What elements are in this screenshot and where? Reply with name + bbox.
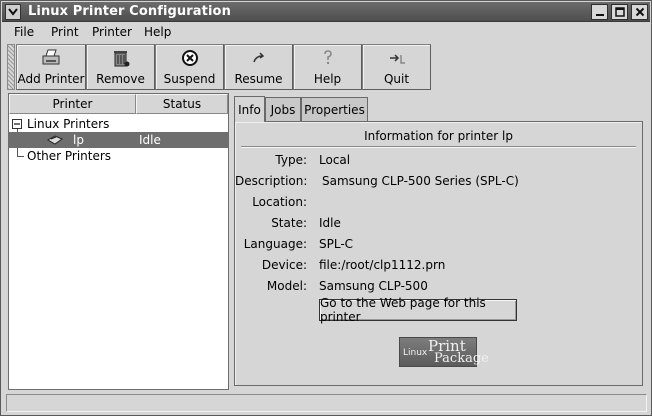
info-separator (241, 146, 636, 148)
menu-printer[interactable]: Printer (92, 25, 132, 39)
toolbar: Add Printer Remove Suspend Resume Help Q… (7, 44, 433, 90)
resume-button[interactable]: Resume (224, 44, 293, 90)
tree-group-label: Other Printers (27, 149, 112, 163)
status-bar (6, 394, 647, 412)
column-header-status[interactable]: Status (136, 94, 228, 114)
field-label-language: Language: (243, 237, 307, 251)
field-value-model: Samsung CLP-500 (319, 279, 428, 293)
suspend-icon (181, 47, 199, 69)
maximize-button[interactable] (611, 4, 628, 20)
menu-file[interactable]: File (14, 25, 34, 39)
info-heading: Information for printer lp (364, 129, 513, 143)
field-label-description: Description: (235, 174, 308, 188)
linux-print-package-logo: Linux Print Package (399, 337, 489, 367)
field-value-language: SPL-C (319, 237, 354, 251)
menu-print[interactable]: Print (51, 25, 79, 39)
resume-arrow-icon (251, 47, 267, 69)
tab-jobs[interactable]: Jobs (265, 97, 301, 121)
column-header-printer[interactable]: Printer (9, 94, 136, 114)
window-title: Linux Printer Configuration (28, 4, 231, 19)
field-value-description: Samsung CLP-500 Series (SPL-C) (322, 174, 519, 188)
close-button[interactable] (631, 4, 648, 20)
title-bar[interactable]: Linux Printer Configuration (2, 2, 650, 22)
minimize-icon (595, 14, 604, 16)
window-menu-button[interactable] (5, 4, 21, 20)
minimize-button[interactable] (591, 4, 608, 20)
printer-name: lp (73, 133, 84, 147)
remove-button[interactable]: Remove (86, 44, 155, 90)
tree-expander-icon[interactable] (12, 119, 22, 129)
field-value-device: file:/root/clp1112.prn (319, 258, 446, 272)
tree-item-printer-lp[interactable]: lp Idle (9, 132, 228, 148)
field-label-state: State: (271, 216, 307, 230)
quit-arrow-icon (388, 47, 406, 69)
field-label-location: Location: (252, 195, 307, 209)
field-label-device: Device: (261, 258, 307, 272)
printer-add-icon (40, 47, 62, 69)
tab-properties[interactable]: Properties (301, 97, 368, 121)
field-value-type: Local (319, 153, 351, 167)
field-label-model: Model: (266, 279, 307, 293)
tree-group-label: Linux Printers (27, 117, 110, 131)
add-printer-button[interactable]: Add Printer (16, 44, 86, 90)
chevron-down-icon (8, 8, 18, 16)
suspend-button[interactable]: Suspend (155, 44, 224, 90)
maximize-icon (614, 7, 625, 17)
help-button[interactable]: Help (293, 44, 362, 90)
tree-group-linux-printers[interactable]: Linux Printers (9, 116, 228, 132)
menu-bar: File Print Printer Help (2, 23, 650, 43)
printer-tree[interactable]: Printer Status Linux Printers lp Idle Ot… (8, 93, 229, 390)
close-icon (635, 7, 644, 17)
main-window: Linux Printer Configuration File Print P… (0, 0, 652, 416)
tab-info[interactable]: Info (234, 96, 265, 122)
toolbar-grip-handle[interactable] (7, 44, 15, 90)
help-question-icon (321, 47, 335, 69)
web-page-button[interactable]: Go to the Web page for this printer (319, 296, 517, 324)
menu-help[interactable]: Help (144, 25, 171, 39)
quit-button[interactable]: Quit (362, 44, 431, 90)
field-label-type: Type: (275, 153, 307, 167)
info-panel: Information for printer lp Type: Local D… (234, 121, 643, 386)
tree-group-other-printers[interactable]: Other Printers (9, 148, 228, 164)
field-value-state: Idle (319, 216, 341, 230)
trash-icon (112, 47, 130, 69)
printer-status: Idle (139, 133, 161, 147)
